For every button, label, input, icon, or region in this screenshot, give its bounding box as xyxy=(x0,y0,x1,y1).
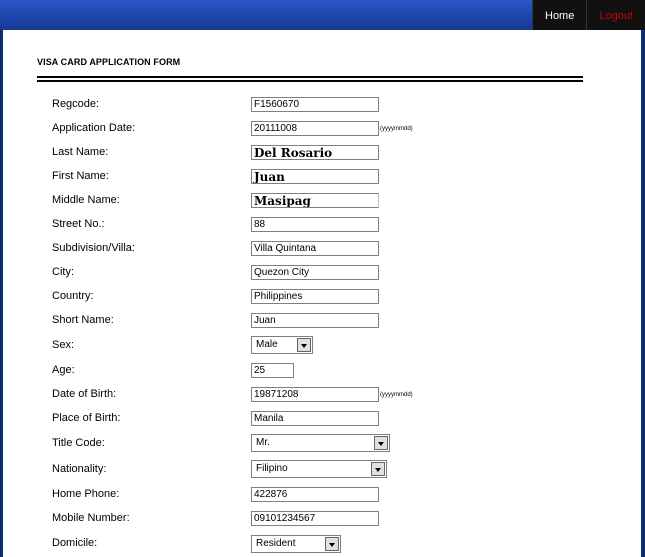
chevron-down-icon[interactable] xyxy=(374,436,388,450)
date-of-birth-field[interactable]: 19871208 xyxy=(251,387,379,402)
subdivision-label: Subdivision/Villa: xyxy=(52,242,135,254)
first-name-field[interactable]: Juan xyxy=(251,169,379,184)
middle-name-field[interactable]: Masipag xyxy=(251,193,379,208)
subdivision-field[interactable]: Villa Quintana xyxy=(251,241,379,256)
application-date-label: Application Date: xyxy=(52,122,136,134)
title-code-label: Title Code: xyxy=(52,437,105,449)
country-field[interactable]: Philippines xyxy=(251,289,379,304)
chevron-down-icon[interactable] xyxy=(371,462,385,476)
street-no-label: Street No.: xyxy=(52,218,105,230)
page-right-edge xyxy=(641,30,645,557)
top-nav: Home Logout xyxy=(532,0,645,30)
home-phone-field[interactable]: 422876 xyxy=(251,487,379,502)
home-phone-label: Home Phone: xyxy=(52,488,120,500)
form-title: VISA CARD APPLICATION FORM xyxy=(37,57,181,67)
nationality-select-value: Filipino xyxy=(256,463,288,474)
regcode-field[interactable]: F1560670 xyxy=(251,97,379,112)
last-name-field[interactable]: Del Rosario xyxy=(251,145,379,160)
chevron-down-icon[interactable] xyxy=(325,537,339,551)
regcode-label: Regcode: xyxy=(52,98,100,110)
form-page: VISA CARD APPLICATION FORM Regcode: Appl… xyxy=(3,30,641,557)
application-date-field[interactable]: 20111008 xyxy=(251,121,379,136)
logout-link[interactable]: Logout xyxy=(586,0,645,30)
mobile-number-label: Mobile Number: xyxy=(52,512,130,524)
application-date-format-hint: (yyyymmdd) xyxy=(380,126,413,132)
country-label: Country: xyxy=(52,290,94,302)
place-of-birth-label: Place of Birth: xyxy=(52,412,121,424)
street-no-field[interactable]: 88 xyxy=(251,217,379,232)
home-link[interactable]: Home xyxy=(532,0,587,30)
age-field[interactable]: 25 xyxy=(251,363,294,378)
short-name-field[interactable]: Juan xyxy=(251,313,379,328)
middle-name-label: Middle Name: xyxy=(52,194,120,206)
city-field[interactable]: Quezon City xyxy=(251,265,379,280)
date-of-birth-label: Date of Birth: xyxy=(52,388,117,400)
city-label: City: xyxy=(52,266,74,278)
nationality-select[interactable]: Filipino xyxy=(251,460,387,478)
title-code-select[interactable]: Mr. xyxy=(251,434,390,452)
domicile-label: Domicile: xyxy=(52,537,98,549)
title-divider xyxy=(37,76,583,82)
domicile-select[interactable]: Resident xyxy=(251,535,341,553)
age-label: Age: xyxy=(52,364,75,376)
chevron-down-icon[interactable] xyxy=(297,338,311,352)
sex-select[interactable]: Male xyxy=(251,336,313,354)
domicile-select-value: Resident xyxy=(256,538,296,549)
sex-label: Sex: xyxy=(52,339,75,351)
place-of-birth-field[interactable]: Manila xyxy=(251,411,379,426)
nationality-label: Nationality: xyxy=(52,463,107,475)
sex-select-value: Male xyxy=(256,339,278,350)
title-code-select-value: Mr. xyxy=(256,437,270,448)
last-name-label: Last Name: xyxy=(52,146,109,158)
date-of-birth-format-hint: (yyyymmdd) xyxy=(380,392,413,398)
mobile-number-field[interactable]: 09101234567 xyxy=(251,511,379,526)
short-name-label: Short Name: xyxy=(52,314,114,326)
first-name-label: First Name: xyxy=(52,170,109,182)
